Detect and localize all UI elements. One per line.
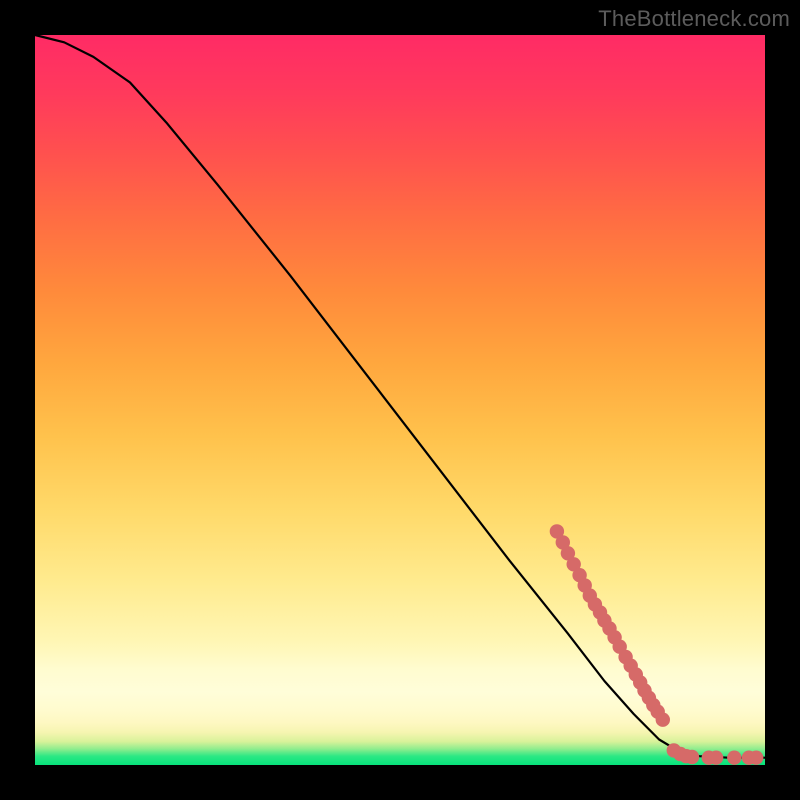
scatter-points	[550, 524, 764, 765]
watermark-text: TheBottleneck.com	[598, 6, 790, 32]
scatter-point	[727, 751, 741, 765]
scatter-point	[709, 751, 723, 765]
chart-frame: TheBottleneck.com	[0, 0, 800, 800]
scatter-point	[749, 751, 763, 765]
scatter-point	[685, 750, 699, 764]
bottleneck-curve	[35, 35, 765, 758]
chart-overlay	[35, 35, 765, 765]
scatter-point	[656, 713, 670, 727]
